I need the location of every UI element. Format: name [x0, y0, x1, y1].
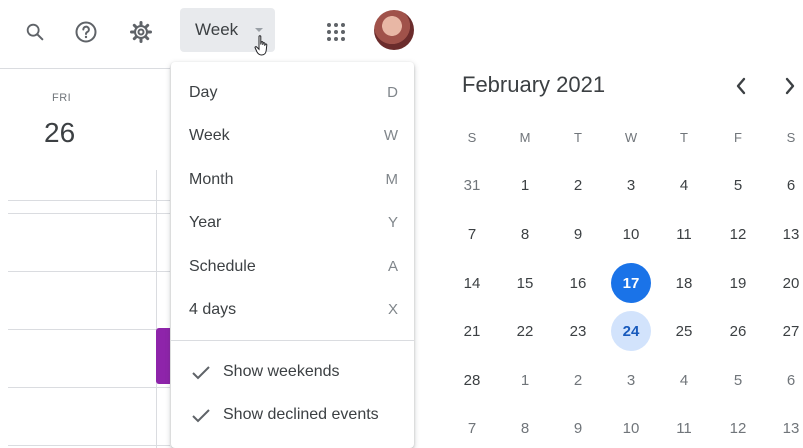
mini-calendar-day[interactable]: 1 — [505, 165, 545, 205]
hour-gridline — [8, 387, 170, 388]
mini-calendar-day[interactable]: 13 — [771, 408, 803, 448]
mini-calendar-day[interactable]: 11 — [664, 408, 704, 448]
toggle-label: Show declined events — [223, 406, 379, 423]
account-avatar[interactable] — [374, 10, 414, 50]
mini-calendar-day[interactable]: 7 — [452, 408, 492, 448]
day-column-date[interactable]: 26 — [44, 117, 75, 149]
menu-item-label: Month — [189, 171, 234, 188]
mini-calendar-day[interactable]: 5 — [718, 360, 758, 400]
apps-grid-icon[interactable] — [316, 12, 356, 52]
hand-cursor-icon — [254, 34, 272, 63]
mini-calendar-day[interactable]: 10 — [611, 408, 651, 448]
menu-item-shortcut: A — [387, 258, 398, 275]
menu-item-label: Day — [189, 84, 218, 101]
mini-calendar-day[interactable]: 10 — [611, 214, 651, 254]
checkmark-icon — [192, 366, 210, 380]
view-dropdown-menu: Day D Week W Month M Year Y Schedule A 4… — [171, 62, 414, 448]
header-divider — [0, 68, 170, 69]
mini-calendar-title: February 2021 — [462, 72, 606, 97]
chevron-right-icon[interactable] — [776, 72, 803, 100]
mini-calendar-day[interactable]: 4 — [664, 165, 704, 205]
mini-calendar-day[interactable]: 21 — [452, 311, 492, 351]
menu-divider — [171, 340, 414, 341]
chevron-left-icon[interactable] — [727, 72, 755, 100]
weekday-header: T — [680, 129, 688, 145]
mini-calendar-day[interactable]: 5 — [718, 165, 758, 205]
menu-item-shortcut: D — [387, 84, 398, 101]
menu-item-week[interactable]: Week W — [171, 117, 414, 157]
hour-gridline — [8, 271, 170, 272]
menu-item-label: Schedule — [189, 258, 256, 275]
mini-calendar-day[interactable]: 23 — [558, 311, 598, 351]
view-switcher-label: Week — [195, 20, 239, 39]
help-icon[interactable] — [66, 12, 106, 52]
weekday-header: M — [519, 129, 531, 145]
mini-calendar-day[interactable]: 28 — [452, 360, 492, 400]
mini-calendar-day[interactable]: 2 — [558, 360, 598, 400]
mini-calendar-day[interactable]: 9 — [558, 408, 598, 448]
checkmark-icon — [192, 409, 210, 423]
menu-item-shortcut: W — [383, 127, 398, 144]
mini-calendar-day[interactable]: 6 — [771, 165, 803, 205]
mini-calendar-day[interactable]: 20 — [771, 263, 803, 303]
mini-calendar-day[interactable]: 3 — [611, 165, 651, 205]
mini-calendar-day[interactable]: 14 — [452, 263, 492, 303]
mini-calendar-day[interactable]: 13 — [771, 214, 803, 254]
mini-calendar-day[interactable]: 24 — [611, 311, 651, 351]
hour-gridline — [8, 200, 170, 201]
mini-calendar-day[interactable]: 4 — [664, 360, 704, 400]
menu-item-4-days[interactable]: 4 days X — [171, 291, 414, 331]
hour-gridline — [8, 213, 170, 214]
mini-calendar-day[interactable]: 31 — [452, 165, 492, 205]
mini-calendar-day[interactable]: 27 — [771, 311, 803, 351]
calendar-event-chip[interactable] — [156, 328, 170, 384]
weekday-header: S — [786, 129, 796, 145]
mini-calendar-day[interactable]: 12 — [718, 408, 758, 448]
mini-calendar-day[interactable]: 17 — [611, 263, 651, 303]
mini-calendar-day[interactable]: 15 — [505, 263, 545, 303]
menu-item-day[interactable]: Day D — [171, 74, 414, 114]
hour-gridline — [8, 445, 170, 446]
mini-calendar-day[interactable]: 6 — [771, 360, 803, 400]
hour-gridline — [8, 329, 170, 330]
menu-item-schedule[interactable]: Schedule A — [171, 248, 414, 288]
weekday-header: F — [734, 129, 742, 145]
dropdown-caret-icon — [255, 28, 263, 32]
top-toolbar: Week — [0, 0, 803, 64]
mini-calendar-day[interactable]: 22 — [505, 311, 545, 351]
mini-calendar-day[interactable]: 26 — [718, 311, 758, 351]
mini-calendar-day[interactable]: 8 — [505, 408, 545, 448]
gear-icon[interactable] — [121, 12, 161, 52]
mini-calendar-day[interactable]: 11 — [664, 214, 704, 254]
menu-item-shortcut: M — [385, 171, 399, 188]
weekday-header: S — [467, 129, 477, 145]
search-icon[interactable] — [15, 12, 55, 52]
menu-item-year[interactable]: Year Y — [171, 204, 414, 244]
day-column-weekday: FRI — [52, 92, 72, 104]
toggle-show-weekends[interactable]: Show weekends — [171, 353, 414, 393]
menu-item-label: Year — [189, 214, 222, 231]
menu-item-month[interactable]: Month M — [171, 161, 414, 201]
weekday-header: W — [624, 129, 638, 145]
menu-item-label: 4 days — [189, 301, 237, 318]
menu-item-shortcut: X — [387, 301, 398, 318]
mini-calendar-day[interactable]: 9 — [558, 214, 598, 254]
mini-calendar-day[interactable]: 1 — [505, 360, 545, 400]
mini-calendar-day[interactable]: 3 — [611, 360, 651, 400]
mini-calendar-day[interactable]: 19 — [718, 263, 758, 303]
mini-calendar-day[interactable]: 7 — [452, 214, 492, 254]
weekday-header: T — [574, 129, 582, 145]
menu-item-shortcut: Y — [387, 214, 398, 231]
mini-calendar-day[interactable]: 12 — [718, 214, 758, 254]
mini-calendar-day[interactable]: 25 — [664, 311, 704, 351]
toggle-label: Show weekends — [223, 363, 340, 380]
menu-item-label: Week — [189, 127, 230, 144]
day-column-divider — [156, 170, 157, 448]
mini-calendar-day[interactable]: 2 — [558, 165, 598, 205]
mini-calendar-day[interactable]: 16 — [558, 263, 598, 303]
mini-calendar-day[interactable]: 8 — [505, 214, 545, 254]
toggle-show-declined-events[interactable]: Show declined events — [171, 396, 414, 436]
mini-calendar-day[interactable]: 18 — [664, 263, 704, 303]
